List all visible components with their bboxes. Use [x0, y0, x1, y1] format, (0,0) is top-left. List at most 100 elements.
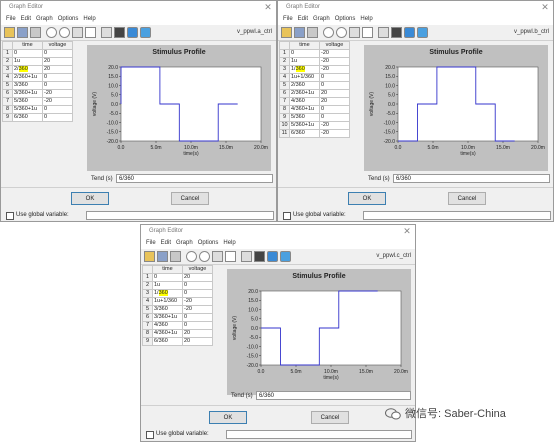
menu-help[interactable]: Help — [83, 16, 95, 22]
menu-options[interactable]: Options — [335, 16, 356, 22]
voltage-cell[interactable]: -20 — [319, 57, 350, 66]
table-row[interactable]: 8 4/360+1u 0 — [279, 105, 350, 114]
close-icon[interactable]: ✕ — [263, 2, 273, 12]
person-icon[interactable] — [417, 27, 428, 38]
tend-field[interactable]: 6/360 — [256, 391, 411, 400]
save-icon[interactable] — [17, 27, 28, 38]
voltage-cell[interactable]: 0 — [182, 281, 213, 290]
time-cell[interactable]: 4/360 — [289, 97, 320, 106]
grid-icon[interactable] — [85, 27, 96, 38]
fit-icon[interactable] — [378, 27, 389, 38]
table-row[interactable]: 3 1/360 -20 — [279, 65, 350, 74]
voltage-cell[interactable]: -20 — [182, 297, 213, 306]
time-cell[interactable]: 1u — [152, 281, 183, 290]
voltage-cell[interactable]: 20 — [319, 97, 350, 106]
voltage-cell[interactable]: 0 — [42, 113, 73, 122]
voltage-cell[interactable]: 20 — [319, 89, 350, 98]
time-cell[interactable]: 1u — [12, 57, 43, 66]
globe-icon[interactable] — [404, 27, 415, 38]
open-folder-icon[interactable] — [4, 27, 15, 38]
table-row[interactable]: 2 1u -20 — [279, 57, 350, 66]
table-row[interactable]: 5 3/360 -20 — [142, 305, 213, 314]
global-variable-field[interactable] — [226, 430, 412, 439]
table-row[interactable]: 7 5/360 -20 — [2, 97, 73, 106]
time-cell[interactable]: 4/360+1u — [152, 329, 183, 338]
voltage-cell[interactable]: 0 — [182, 289, 213, 298]
zoom-in-icon[interactable] — [186, 251, 197, 262]
table-row[interactable]: 3 2/360 20 — [2, 65, 73, 74]
table-row[interactable]: 8 4/360+1u 20 — [142, 329, 213, 338]
table-row[interactable]: 11 6/360 -20 — [279, 129, 350, 138]
table-row[interactable]: 9 6/360 0 — [2, 113, 73, 122]
global-variable-checkbox[interactable] — [6, 212, 14, 220]
voltage-cell[interactable]: 0 — [42, 49, 73, 58]
time-cell[interactable]: 3/360+1u — [12, 89, 43, 98]
tend-field[interactable]: 6/360 — [393, 174, 550, 183]
menu-help[interactable]: Help — [223, 240, 235, 246]
table-row[interactable]: 9 6/360 20 — [142, 337, 213, 346]
save-icon[interactable] — [157, 251, 168, 262]
table-row[interactable]: 2 1u 0 — [142, 281, 213, 290]
globe-icon[interactable] — [127, 27, 138, 38]
cancel-button[interactable]: Cancel — [448, 192, 486, 205]
menu-help[interactable]: Help — [360, 16, 372, 22]
voltage-cell[interactable]: 20 — [182, 273, 213, 282]
time-cell[interactable]: 6/360 — [289, 129, 320, 138]
marker-icon[interactable] — [391, 27, 402, 38]
menu-graph[interactable]: Graph — [176, 240, 193, 246]
edit-points-icon[interactable] — [349, 27, 360, 38]
print-icon[interactable] — [307, 27, 318, 38]
time-cell[interactable]: 2/360+1u — [289, 89, 320, 98]
table-row[interactable]: 1 0 -20 — [279, 49, 350, 58]
menu-edit[interactable]: Edit — [298, 16, 308, 22]
voltage-cell[interactable]: -20 — [319, 65, 350, 74]
voltage-cell[interactable]: -20 — [319, 121, 350, 130]
cancel-button[interactable]: Cancel — [171, 192, 209, 205]
time-cell[interactable]: 6/360 — [12, 113, 43, 122]
voltage-cell[interactable]: -20 — [42, 97, 73, 106]
voltage-cell[interactable]: -20 — [182, 305, 213, 314]
voltage-cell[interactable]: -20 — [319, 49, 350, 58]
edit-points-icon[interactable] — [72, 27, 83, 38]
table-row[interactable]: 4 1u+1/360 0 — [279, 73, 350, 82]
print-icon[interactable] — [30, 27, 41, 38]
table-row[interactable]: 8 5/360+1u 0 — [2, 105, 73, 114]
voltage-cell[interactable]: -20 — [42, 89, 73, 98]
zoom-in-icon[interactable] — [323, 27, 334, 38]
time-cell[interactable]: 4/360+1u — [289, 105, 320, 114]
table-row[interactable]: 6 2/360+1u 20 — [279, 89, 350, 98]
time-cell[interactable]: 1u — [289, 57, 320, 66]
marker-icon[interactable] — [254, 251, 265, 262]
voltage-cell[interactable]: 0 — [42, 81, 73, 90]
time-cell[interactable]: 3/360+1u — [152, 313, 183, 322]
global-variable-checkbox[interactable] — [283, 212, 291, 220]
grid-icon[interactable] — [225, 251, 236, 262]
time-cell[interactable]: 3/360 — [12, 81, 43, 90]
cancel-button[interactable]: Cancel — [311, 411, 349, 424]
save-icon[interactable] — [294, 27, 305, 38]
table-row[interactable]: 7 4/360 0 — [142, 321, 213, 330]
fit-icon[interactable] — [241, 251, 252, 262]
points-table[interactable]: time voltage 1 0 0 2 1u 20 3 2/360 20 4 2/360+1u 0 5 3/… — [2, 41, 73, 122]
time-cell[interactable]: 5/360+1u — [12, 105, 43, 114]
time-cell[interactable]: 1u+1/360 — [289, 73, 320, 82]
voltage-cell[interactable]: 0 — [42, 73, 73, 82]
zoom-out-icon[interactable] — [199, 251, 210, 262]
time-cell[interactable]: 1u+1/360 — [152, 297, 183, 306]
voltage-cell[interactable]: 0 — [182, 321, 213, 330]
ok-button[interactable]: OK — [71, 192, 109, 205]
global-variable-field[interactable] — [363, 211, 551, 220]
menu-edit[interactable]: Edit — [161, 240, 171, 246]
time-cell[interactable]: 2/360 — [12, 65, 43, 74]
table-row[interactable]: 1 0 20 — [142, 273, 213, 282]
marker-icon[interactable] — [114, 27, 125, 38]
time-cell[interactable]: 4/360 — [152, 321, 183, 330]
table-row[interactable]: 9 5/360 0 — [279, 113, 350, 122]
grid-icon[interactable] — [362, 27, 373, 38]
ok-button[interactable]: OK — [209, 411, 247, 424]
person-icon[interactable] — [140, 27, 151, 38]
tend-field[interactable]: 6/360 — [116, 174, 273, 183]
table-row[interactable]: 5 3/360 0 — [2, 81, 73, 90]
menu-graph[interactable]: Graph — [313, 16, 330, 22]
time-cell[interactable]: 1/360 — [152, 289, 183, 298]
